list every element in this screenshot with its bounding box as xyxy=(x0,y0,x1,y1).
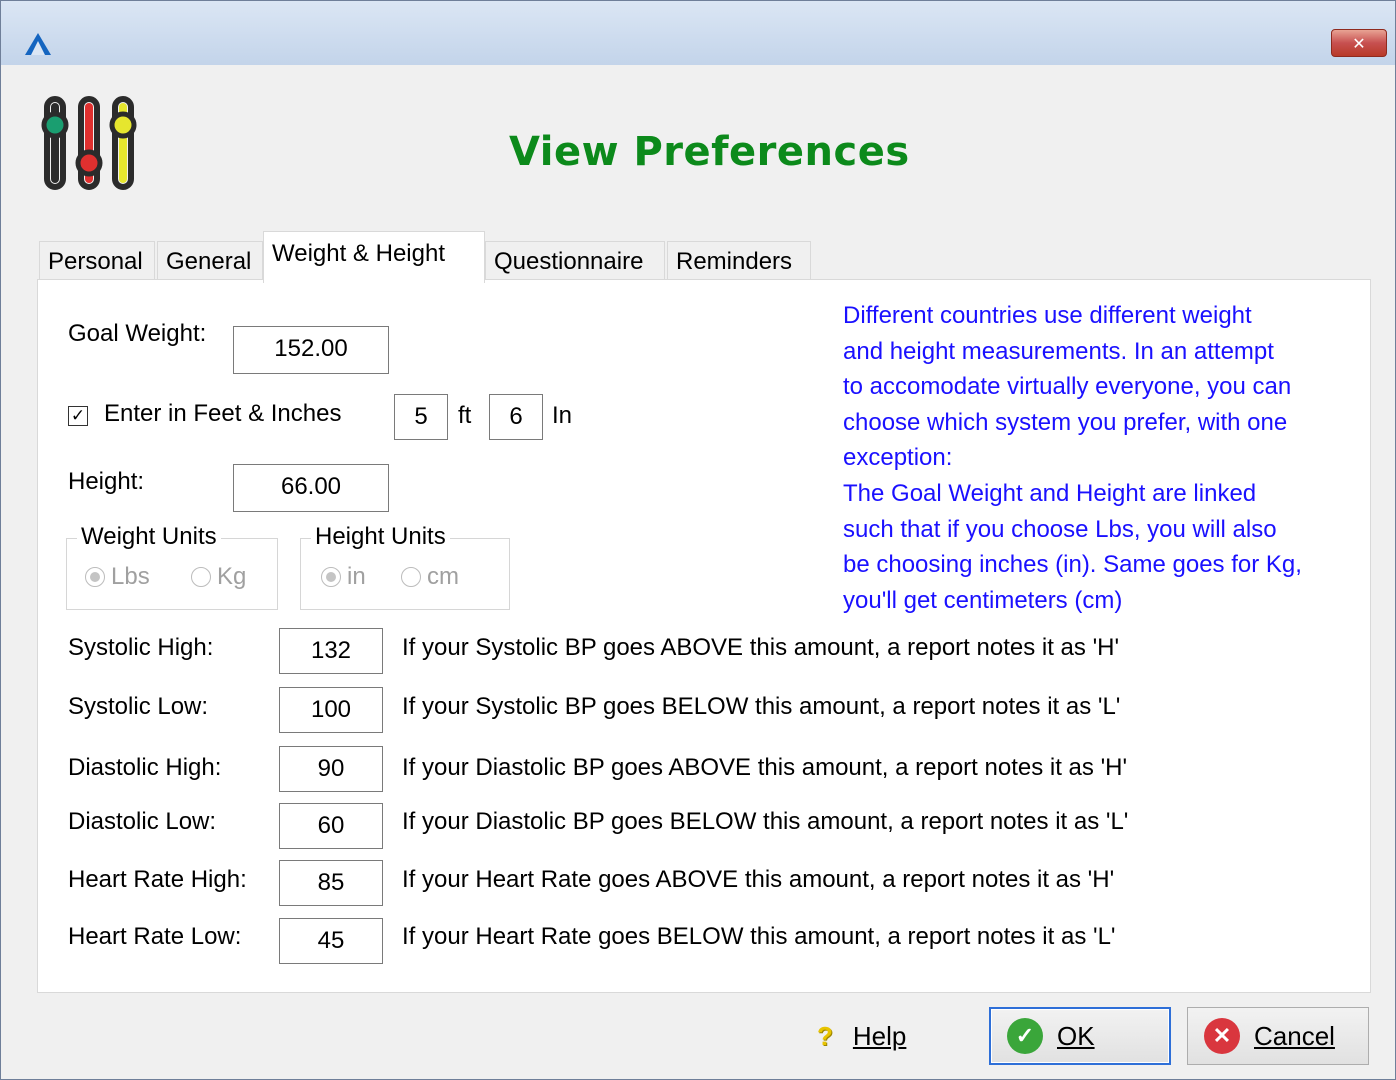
info-line: such that if you choose Lbs, you will al… xyxy=(843,515,1277,543)
feet-field[interactable]: 5 xyxy=(394,394,448,440)
weight-units-group: Weight Units Lbs Kg xyxy=(66,523,278,610)
diastolic-low-note: If your Diastolic BP goes BELOW this amo… xyxy=(402,808,1129,835)
systolic-high-note: If your Systolic BP goes ABOVE this amou… xyxy=(402,634,1120,661)
info-line: choose which system you prefer, with one xyxy=(843,408,1288,436)
app-logo-icon xyxy=(25,33,51,55)
feet-inches-label: Enter in Feet & Inches xyxy=(104,400,342,427)
systolic-high-field[interactable]: 132 xyxy=(279,628,383,674)
tab-personal[interactable]: Personal xyxy=(39,241,155,281)
page-title: View Preferences xyxy=(509,129,910,175)
info-line: to accomodate virtually everyone, you ca… xyxy=(843,373,1292,401)
units-info-text: Different countries use different weight… xyxy=(843,298,1363,618)
tab-general[interactable]: General xyxy=(157,241,263,281)
radio-dot xyxy=(85,567,105,587)
heart-rate-high-label: Heart Rate High: xyxy=(68,866,247,893)
feet-unit-label: ft xyxy=(458,402,472,429)
checkmark-circle-icon: ✓ xyxy=(1007,1018,1043,1054)
close-icon: ✕ xyxy=(1352,33,1366,53)
radio-lbs-label: Lbs xyxy=(111,563,150,590)
ok-label: OK xyxy=(1057,1020,1095,1051)
radio-in[interactable]: in xyxy=(321,563,366,591)
feet-inches-checkbox[interactable]: ✓ xyxy=(68,406,88,426)
diastolic-high-label: Diastolic High: xyxy=(68,754,222,781)
height-label: Height: xyxy=(68,468,145,495)
info-line: The Goal Weight and Height are linked xyxy=(843,479,1257,507)
close-button[interactable]: ✕ xyxy=(1331,29,1387,57)
systolic-low-label: Systolic Low: xyxy=(68,693,209,720)
radio-dot xyxy=(191,567,211,587)
radio-dot xyxy=(401,567,421,587)
systolic-low-field[interactable]: 100 xyxy=(279,687,383,733)
radio-cm[interactable]: cm xyxy=(401,563,459,591)
info-line: and height measurements. In an attempt xyxy=(843,337,1274,365)
radio-dot xyxy=(321,567,341,587)
diastolic-low-field[interactable]: 60 xyxy=(279,803,383,849)
tab-weight-height[interactable]: Weight & Height xyxy=(263,231,485,283)
diastolic-low-label: Diastolic Low: xyxy=(68,808,217,835)
info-line: Different countries use different weight xyxy=(843,302,1252,329)
sliders-icon xyxy=(41,96,137,190)
inches-field[interactable]: 6 xyxy=(489,394,543,440)
info-line: be choosing inches (in). Same goes for K… xyxy=(843,551,1302,579)
systolic-low-note: If your Systolic BP goes BELOW this amou… xyxy=(402,693,1121,720)
cancel-label: Cancel xyxy=(1254,1020,1335,1051)
diastolic-high-field[interactable]: 90 xyxy=(279,746,383,792)
help-label: Help xyxy=(852,1021,907,1051)
tab-reminders[interactable]: Reminders xyxy=(667,241,811,281)
ok-button[interactable]: ✓ OK xyxy=(989,1007,1171,1065)
help-question-icon: ? xyxy=(817,1021,833,1051)
goal-weight-field[interactable]: 152.00 xyxy=(233,326,389,374)
height-field[interactable]: 66.00 xyxy=(233,464,389,512)
heart-rate-high-field[interactable]: 85 xyxy=(279,860,383,906)
inches-unit-label: In xyxy=(552,402,573,429)
cancel-x-icon: ✕ xyxy=(1204,1018,1240,1054)
weight-height-panel: Goal Weight: 152.00 ✓ Enter in Feet & In… xyxy=(37,279,1371,993)
goal-weight-label: Goal Weight: xyxy=(68,320,207,347)
height-units-title: Height Units xyxy=(311,523,450,551)
tab-questionnaire[interactable]: Questionnaire xyxy=(485,241,665,281)
info-line: you'll get centimeters (cm) xyxy=(843,586,1123,614)
checkmark-icon: ✓ xyxy=(70,405,86,426)
radio-in-label: in xyxy=(347,563,366,590)
title-bar[interactable]: ✕ xyxy=(1,1,1395,65)
radio-kg[interactable]: Kg xyxy=(191,563,246,591)
help-button[interactable]: ? Help xyxy=(817,1021,906,1052)
diastolic-high-note: If your Diastolic BP goes ABOVE this amo… xyxy=(402,754,1128,781)
systolic-high-label: Systolic High: xyxy=(68,634,214,661)
radio-kg-label: Kg xyxy=(217,563,247,590)
cancel-button[interactable]: ✕ Cancel xyxy=(1187,1007,1369,1065)
weight-units-title: Weight Units xyxy=(77,523,221,551)
radio-lbs[interactable]: Lbs xyxy=(85,563,150,591)
preferences-window: ✕ View Preferences Personal General Weig… xyxy=(0,0,1396,1080)
heart-rate-low-field[interactable]: 45 xyxy=(279,918,383,964)
info-line: exception: xyxy=(843,444,953,472)
height-units-group: Height Units in cm xyxy=(300,523,510,610)
radio-cm-label: cm xyxy=(427,563,459,590)
heart-rate-high-note: If your Heart Rate goes ABOVE this amoun… xyxy=(402,866,1115,893)
dialog-body: View Preferences Personal General Weight… xyxy=(9,65,1387,1075)
heart-rate-low-label: Heart Rate Low: xyxy=(68,923,242,950)
heart-rate-low-note: If your Heart Rate goes BELOW this amoun… xyxy=(402,923,1116,950)
